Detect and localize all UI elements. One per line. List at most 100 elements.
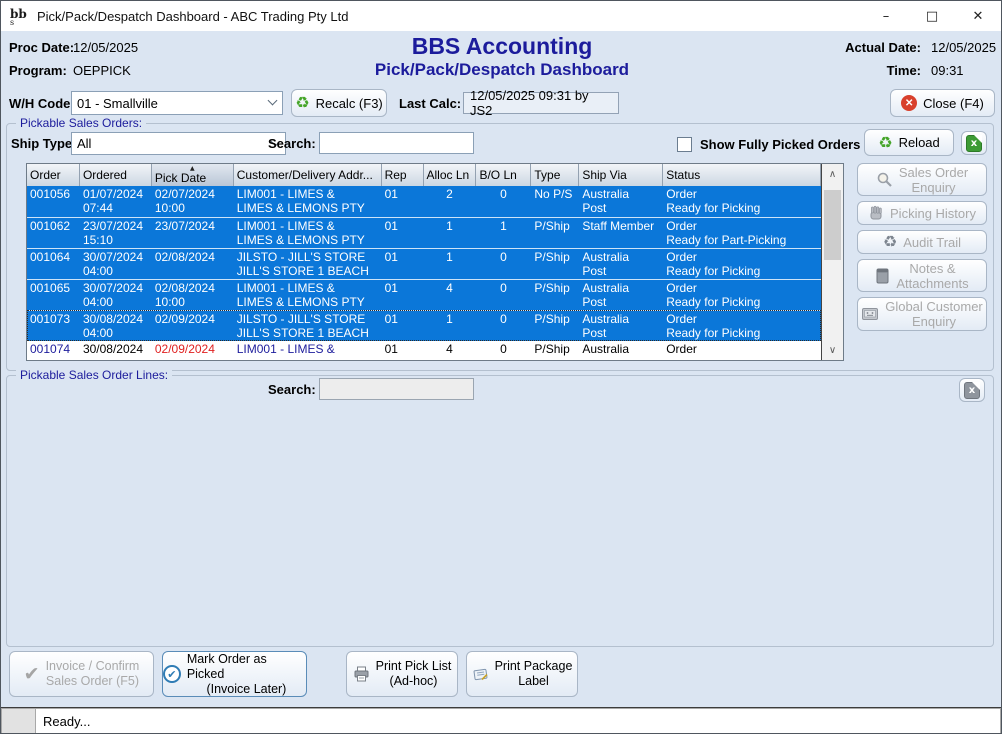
picking-history-button[interactable]: Picking History xyxy=(857,201,987,225)
status-bar: Ready... xyxy=(1,708,1001,734)
recycle-icon: ♻ xyxy=(295,95,309,111)
lines-search-input[interactable] xyxy=(319,378,474,400)
table-cell: 4 xyxy=(424,341,477,360)
table-cell: 01 xyxy=(382,249,424,279)
table-cell: 1 xyxy=(424,218,477,248)
last-calc-label: Last Calc: xyxy=(399,96,461,111)
column-header[interactable]: Type xyxy=(531,164,579,186)
table-cell: 4 xyxy=(424,280,477,310)
recycle-icon: ♻ xyxy=(883,234,897,250)
scrollbar-thumb[interactable] xyxy=(824,190,841,260)
table-row[interactable]: 00107430/08/202402/09/2024LIM001 - LIMES… xyxy=(27,341,821,360)
column-header-label: Customer/Delivery Addr... xyxy=(237,168,373,182)
column-header[interactable]: Rep xyxy=(382,164,424,186)
program-value: OEPPICK xyxy=(73,63,131,78)
status-text: Ready... xyxy=(36,708,1001,734)
table-cell: LIM001 - LIMES &LIMES & LEMONS PTY xyxy=(234,186,382,217)
table-cell: Australia xyxy=(579,341,663,360)
table-cell: 02/09/2024 xyxy=(152,341,234,360)
table-row[interactable]: 00106223/07/202415:1023/07/2024LIM001 - … xyxy=(27,217,821,248)
table-cell: 0 xyxy=(476,341,531,360)
column-header-label: B/O Ln xyxy=(479,168,516,182)
column-header[interactable]: Status xyxy=(663,164,821,186)
app-icon: bb s xyxy=(9,6,31,26)
export-lines-excel-button[interactable]: x xyxy=(959,378,985,402)
print-pick-list-button[interactable]: Print Pick List(Ad-hoc) xyxy=(346,651,458,697)
table-cell: OrderReady for Picking xyxy=(663,186,821,217)
column-header[interactable]: Ship Via xyxy=(579,164,663,186)
table-cell: 001073 xyxy=(27,311,80,341)
scroll-down-icon[interactable]: ∨ xyxy=(822,340,843,360)
last-calc-value: 12/05/2025 09:31 by JS2 xyxy=(463,92,619,114)
table-cell: 0 xyxy=(476,249,531,279)
button-label: Global Customer xyxy=(885,299,983,314)
table-cell: 01 xyxy=(382,311,424,341)
window-title: Pick/Pack/Despatch Dashboard - ABC Tradi… xyxy=(37,9,348,24)
orders-table-scrollbar[interactable]: ∧ ∨ xyxy=(821,164,843,360)
table-cell: 01/07/202407:44 xyxy=(80,186,152,217)
table-cell: LIM001 - LIMES &LIMES & LEMONS PTY xyxy=(234,218,382,248)
orders-table-header: Order Ordered ▲Pick DateCustomer/Delivery … xyxy=(27,164,821,186)
excel-icon: x xyxy=(964,382,980,399)
chevron-down-icon xyxy=(268,96,278,106)
notes-attachments-button[interactable]: Notes &Attachments xyxy=(857,259,987,292)
recycle-icon: ♻ xyxy=(878,135,892,151)
button-label: Notes & xyxy=(909,261,955,276)
table-cell: 02/09/2024 xyxy=(152,311,234,341)
column-header-label: Ship Via xyxy=(582,168,626,182)
audit-trail-button[interactable]: ♻ Audit Trail xyxy=(857,230,987,254)
print-package-label-button[interactable]: Print PackageLabel xyxy=(466,651,578,697)
global-customer-enquiry-button[interactable]: Global CustomerEnquiry xyxy=(857,297,987,331)
table-cell: P/Ship xyxy=(531,249,579,279)
table-cell: AustraliaPost xyxy=(579,186,663,217)
table-cell: 1 xyxy=(476,218,531,248)
table-row[interactable]: 00106430/07/202404:0002/08/2024JILSTO - … xyxy=(27,248,821,279)
column-header-label: Order xyxy=(30,168,61,182)
reload-label: Reload xyxy=(899,135,940,150)
table-cell: 01 xyxy=(382,341,424,360)
button-label: Label xyxy=(518,674,549,689)
wh-code-select[interactable]: 01 - Smallville xyxy=(71,91,283,115)
column-header-label: Ordered xyxy=(83,168,127,182)
column-header-label: Alloc Ln xyxy=(427,168,470,182)
column-header[interactable]: Alloc Ln xyxy=(424,164,477,186)
show-fully-picked-checkbox[interactable] xyxy=(677,137,692,152)
scroll-up-icon[interactable]: ∧ xyxy=(822,164,843,184)
button-label: Mark Order as Picked xyxy=(187,652,306,682)
lines-groupbox: Pickable Sales Order Lines: xyxy=(6,375,994,647)
column-header[interactable]: Customer/Delivery Addr... xyxy=(234,164,382,186)
sales-order-enquiry-button[interactable]: Sales OrderEnquiry xyxy=(857,163,987,196)
table-row[interactable]: 00106530/07/202404:0002/08/202410:00LIM0… xyxy=(27,279,821,310)
table-cell: OrderReady for Part-Picking xyxy=(663,218,821,248)
minimize-icon[interactable]: – xyxy=(863,1,909,31)
column-header[interactable]: B/O Ln xyxy=(476,164,531,186)
app-subtitle: Pick/Pack/Despatch Dashboard xyxy=(302,60,702,80)
mark-order-picked-button[interactable]: ✔ Mark Order as Picked(Invoice Later) xyxy=(162,651,307,697)
maximize-icon[interactable]: □ xyxy=(909,1,955,31)
actual-date-value: 12/05/2025 xyxy=(931,40,996,55)
table-cell: 02/08/202410:00 xyxy=(152,280,234,310)
table-cell: 0 xyxy=(476,311,531,341)
table-row[interactable]: 00105601/07/202407:4402/07/202410:00LIM0… xyxy=(27,186,821,217)
button-label: Attachments xyxy=(896,276,968,291)
table-cell: P/Ship xyxy=(531,218,579,248)
ship-type-select[interactable]: All xyxy=(71,132,286,155)
reload-button[interactable]: ♻ Reload xyxy=(864,129,954,156)
column-header[interactable]: Ordered xyxy=(80,164,152,186)
recalc-label: Recalc (F3) xyxy=(316,96,383,111)
export-orders-excel-button[interactable]: x xyxy=(961,131,987,155)
orders-search-input[interactable] xyxy=(319,132,474,154)
recalc-button[interactable]: ♻ Recalc (F3) xyxy=(291,89,387,117)
table-row[interactable]: 00107330/08/202404:0002/09/2024JILSTO - … xyxy=(27,310,821,341)
button-label: Print Package xyxy=(495,659,573,674)
proc-date-label: Proc Date: xyxy=(9,40,74,55)
close-icon[interactable]: ✕ xyxy=(955,1,1001,31)
column-header[interactable]: ▲Pick Date xyxy=(152,164,234,186)
invoice-confirm-button[interactable]: ✔ Invoice / ConfirmSales Order (F5) xyxy=(9,651,154,697)
table-cell: 001056 xyxy=(27,186,80,217)
column-header[interactable]: Order xyxy=(27,164,80,186)
orders-table-body: 00105601/07/202407:4402/07/202410:00LIM0… xyxy=(27,186,821,360)
lines-search-label: Search: xyxy=(268,382,316,397)
close-window-button[interactable]: ✕ Close (F4) xyxy=(890,89,995,117)
label-tag-icon xyxy=(472,666,489,682)
